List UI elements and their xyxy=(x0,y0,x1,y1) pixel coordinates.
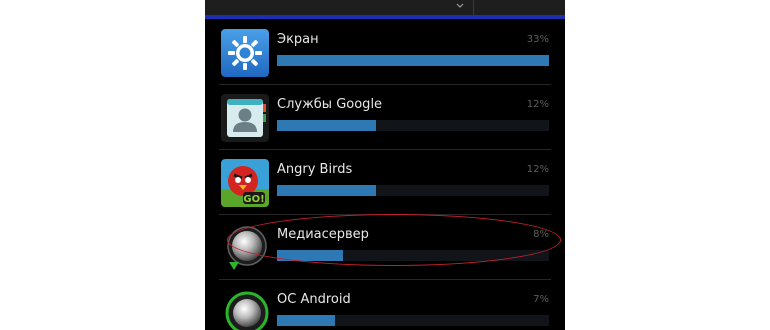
row-divider xyxy=(219,84,551,85)
svg-text:GO!: GO! xyxy=(243,194,264,205)
usage-bar-track xyxy=(277,120,549,131)
row-divider xyxy=(219,149,551,150)
row-divider xyxy=(219,279,551,280)
action-bar xyxy=(205,0,565,19)
display-brightness-icon xyxy=(221,29,269,77)
usage-row-angry-birds[interactable]: GO! Angry Birds 12% xyxy=(205,151,565,215)
usage-bar-track xyxy=(277,250,549,261)
usage-row-google-services[interactable]: Службы Google 12% xyxy=(205,86,565,150)
usage-percent: 12% xyxy=(526,164,549,175)
app-name: ОС Android xyxy=(277,292,351,307)
chevron-down-icon[interactable] xyxy=(455,1,465,11)
usage-bar-fill xyxy=(277,185,376,196)
android-os-icon xyxy=(225,291,269,330)
angry-birds-go-icon: GO! xyxy=(221,159,269,207)
usage-bar-track xyxy=(277,315,549,326)
app-name: Медиасервер xyxy=(277,227,369,242)
usage-bar-fill xyxy=(277,55,549,66)
google-services-contacts-icon xyxy=(221,94,269,142)
usage-bar-fill xyxy=(277,120,376,131)
usage-row-android-os[interactable]: ОС Android 7% xyxy=(205,281,565,330)
usage-row-screen[interactable]: Экран 33% xyxy=(205,21,565,85)
usage-bar-track xyxy=(277,185,549,196)
action-bar-accent-line xyxy=(205,15,565,19)
app-name: Службы Google xyxy=(277,97,383,112)
usage-percent: 7% xyxy=(533,294,549,305)
usage-bar-track xyxy=(277,55,549,66)
mediaserver-android-icon xyxy=(227,226,267,270)
app-name: Angry Birds xyxy=(277,162,353,177)
usage-row-mediaserver[interactable]: Медиасервер 8% xyxy=(205,216,565,280)
usage-bar-fill xyxy=(277,250,343,261)
usage-percent: 33% xyxy=(526,34,549,45)
usage-bar-fill xyxy=(277,315,335,326)
app-name: Экран xyxy=(277,32,319,47)
usage-percent: 8% xyxy=(533,229,549,240)
action-bar-separator xyxy=(473,0,474,15)
battery-usage-screen: Экран 33% Службы Google 12% GO! Angry Bi… xyxy=(205,0,565,330)
usage-percent: 12% xyxy=(526,99,549,110)
row-divider xyxy=(219,214,551,215)
